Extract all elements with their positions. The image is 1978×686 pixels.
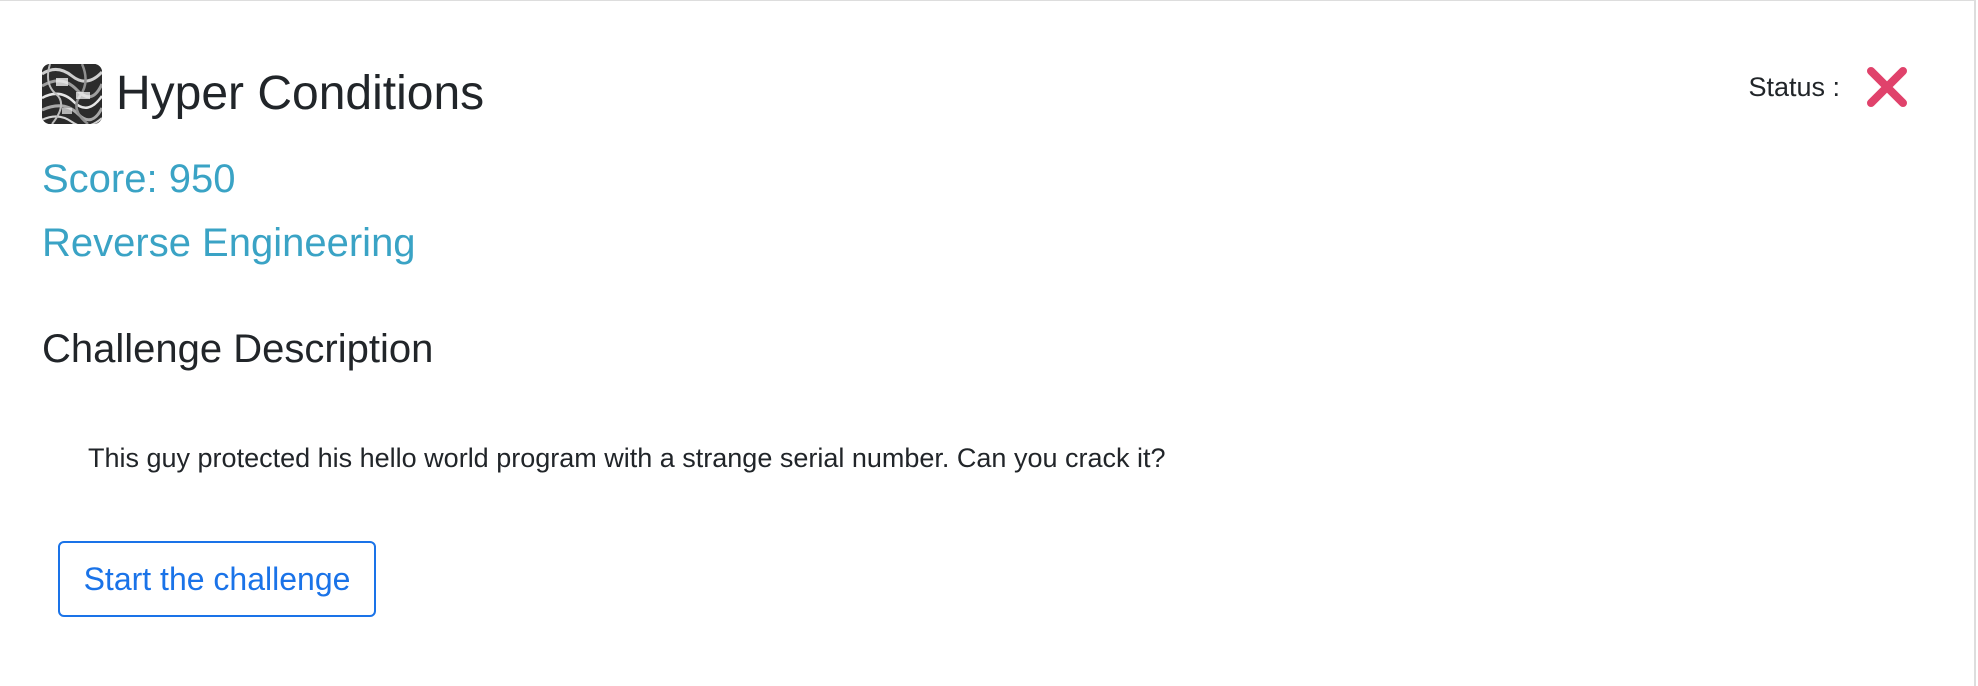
challenge-description: This guy protected his hello world progr… [88,443,1166,473]
close-icon [1866,66,1908,108]
challenge-thumbnail [42,64,102,124]
challenge-thumbnail-image [42,64,102,124]
status-indicator: Status : [1748,63,1908,111]
challenge-category: Reverse Engineering [42,221,416,265]
description-heading: Challenge Description [42,327,434,371]
challenge-title: Hyper Conditions [116,67,485,120]
status-label: Status : [1748,71,1840,102]
challenge-header: Hyper Conditions [42,63,484,125]
challenge-score: Score: 950 [42,157,236,201]
start-challenge-button[interactable]: Start the challenge [58,541,376,617]
challenge-card: Hyper Conditions Status : Score: 950 Rev… [0,0,1976,686]
